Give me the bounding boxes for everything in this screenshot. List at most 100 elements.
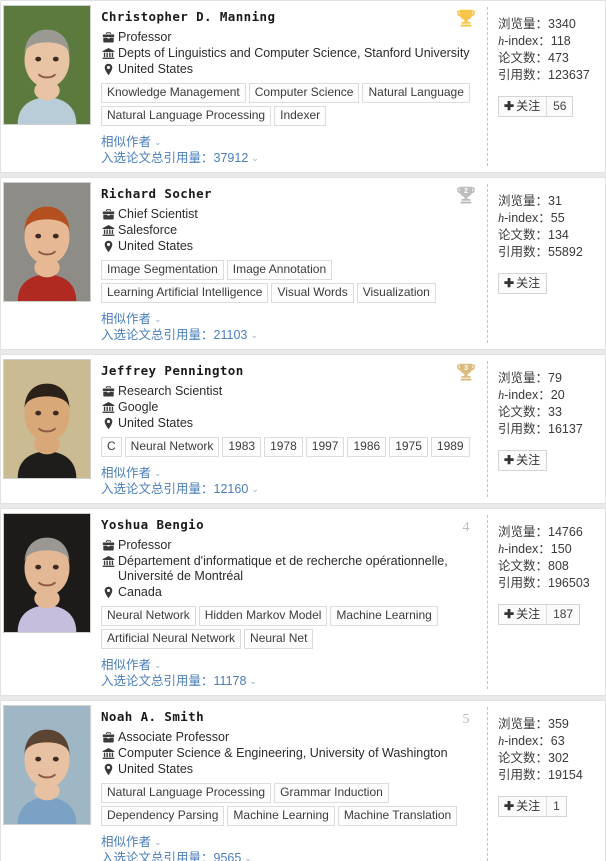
author-position-row: Professor	[101, 538, 479, 553]
tag[interactable]: Learning Artificial Intelligence	[101, 283, 269, 303]
follow-button-main[interactable]: ✚ 关注	[499, 274, 546, 293]
tag[interactable]: Dependency Parsing	[101, 806, 225, 826]
papers-value-stat: 论文数：808	[498, 558, 599, 575]
tag[interactable]: Grammar Induction	[274, 783, 389, 803]
follow-button-main[interactable]: ✚ 关注	[499, 605, 546, 624]
tag[interactable]: 1989	[430, 437, 470, 457]
author-position: Chief Scientist	[118, 207, 198, 221]
author-name[interactable]: Christopher D. Manning	[101, 10, 479, 24]
hindex-value-stat: h-index：63	[498, 733, 599, 750]
tag[interactable]: Natural Language Processing	[101, 106, 272, 126]
total-citations-link[interactable]: 入选论文总引用量：21103 ⌄	[101, 327, 479, 343]
follow-button[interactable]: ✚ 关注	[498, 450, 548, 471]
total-citations-link[interactable]: 入选论文总引用量：11178 ⌄	[101, 673, 479, 689]
follow-label: 关注	[516, 453, 541, 467]
author-card[interactable]: Jeffrey Pennington Research Scientist Goog…	[0, 354, 606, 504]
tag[interactable]: Neural Network	[124, 437, 220, 457]
chevron-down-icon: ⌄	[154, 837, 162, 847]
tag[interactable]: Hidden Markov Model	[198, 606, 328, 626]
hindex-value: 150	[550, 542, 572, 556]
plus-icon: ✚	[504, 99, 515, 113]
total-citations-link[interactable]: 入选论文总引用量：12160 ⌄	[101, 481, 479, 497]
follow-button-main[interactable]: ✚ 关注	[499, 97, 546, 116]
citations-label: 引用数：	[498, 68, 549, 82]
author-country: United States	[118, 416, 194, 430]
briefcase-icon	[101, 538, 115, 552]
author-info: Jeffrey Pennington Research Scientist Goog…	[93, 355, 487, 503]
similar-authors-link[interactable]: 相似作者 ⌄	[101, 134, 479, 150]
views-value-stat: 浏览量：79	[498, 370, 599, 387]
author-links: 相似作者 ⌄ 入选论文总引用量：12160 ⌄	[101, 465, 479, 497]
similar-authors-link[interactable]: 相似作者 ⌄	[101, 834, 479, 850]
citations-value-stat: 引用数：196503	[498, 575, 599, 592]
author-card[interactable]: Yoshua Bengio Professor Département d'info…	[0, 508, 606, 696]
avatar[interactable]	[3, 513, 91, 633]
tag[interactable]: 1978	[264, 437, 303, 457]
total-citations-link[interactable]: 入选论文总引用量：9565 ⌄	[101, 850, 479, 861]
author-country-row: United States	[101, 762, 479, 777]
author-stats: 浏览量：14766 h-index：150 论文数：808 引用数：196503 ✚ 关注…	[487, 515, 605, 689]
author-card[interactable]: Richard Socher Chief Scientist Salesforce U…	[0, 177, 606, 350]
tag[interactable]: Natural Language	[362, 83, 470, 103]
tag[interactable]: Image Annotation	[226, 260, 333, 280]
papers-value: 302	[548, 751, 569, 765]
author-name[interactable]: Richard Socher	[101, 187, 479, 201]
hindex-value-stat: h-index：20	[498, 387, 599, 404]
similar-authors-link[interactable]: 相似作者 ⌄	[101, 657, 479, 673]
author-tags: Natural Language Processing Grammar Induc…	[101, 783, 479, 829]
similar-authors-link[interactable]: 相似作者 ⌄	[101, 311, 479, 327]
tag[interactable]: Visualization	[356, 283, 436, 303]
tag[interactable]: Knowledge Management	[101, 83, 246, 103]
total-citations-link[interactable]: 入选论文总引用量：37912 ⌄	[101, 150, 479, 166]
rank-number: 4	[462, 520, 470, 535]
tag[interactable]: Image Segmentation	[101, 260, 224, 280]
tag[interactable]: Neural Net	[244, 629, 314, 649]
similar-authors-label: 相似作者	[101, 658, 152, 672]
citations-value: 123637	[548, 68, 590, 82]
tag[interactable]: 1983	[222, 437, 262, 457]
hindex-value: 63	[550, 734, 565, 748]
papers-value-stat: 论文数：33	[498, 404, 599, 421]
follow-button[interactable]: ✚ 关注 1	[498, 796, 567, 817]
avatar-wrapper	[1, 1, 93, 129]
author-info: Christopher D. Manning Professor Depts of …	[93, 1, 487, 172]
follow-button-main[interactable]: ✚ 关注	[499, 451, 546, 470]
total-citations-value: 21103	[213, 328, 248, 342]
author-name[interactable]: Jeffrey Pennington	[101, 364, 479, 378]
papers-label: 论文数：	[498, 51, 549, 65]
author-name[interactable]: Noah A. Smith	[101, 710, 479, 724]
chevron-down-icon: ⌄	[251, 153, 259, 163]
total-citations-value: 9565	[213, 851, 242, 861]
tag[interactable]: Machine Learning	[227, 806, 335, 826]
follow-button[interactable]: ✚ 关注 56	[498, 96, 574, 117]
tag[interactable]: 1986	[347, 437, 387, 457]
tag[interactable]: Neural Network	[101, 606, 196, 626]
follow-button-main[interactable]: ✚ 关注	[499, 797, 546, 816]
avatar[interactable]	[3, 182, 91, 302]
total-citations-value: 37912	[213, 151, 249, 165]
author-position: Professor	[118, 538, 172, 552]
tag[interactable]: Artificial Neural Network	[101, 629, 242, 649]
tag[interactable]: Machine Learning	[330, 606, 438, 626]
avatar[interactable]	[3, 705, 91, 825]
author-card[interactable]: Christopher D. Manning Professor Depts of …	[0, 0, 606, 173]
author-country-row: Canada	[101, 585, 479, 600]
avatar[interactable]	[3, 359, 91, 479]
tag[interactable]: C	[101, 437, 122, 457]
tag[interactable]: Indexer	[274, 106, 327, 126]
tag[interactable]: Natural Language Processing	[101, 783, 272, 803]
tag[interactable]: Visual Words	[271, 283, 354, 303]
author-position: Professor	[118, 30, 172, 44]
views-label: 浏览量：	[498, 194, 549, 208]
author-card[interactable]: Noah A. Smith Associate Professor Computer…	[0, 700, 606, 861]
author-affiliation: Google	[118, 400, 159, 414]
author-name[interactable]: Yoshua Bengio	[101, 518, 479, 532]
follow-button[interactable]: ✚ 关注 187	[498, 604, 581, 625]
tag[interactable]: Computer Science	[248, 83, 360, 103]
tag[interactable]: 1975	[389, 437, 428, 457]
tag[interactable]: Machine Translation	[337, 806, 458, 826]
tag[interactable]: 1997	[305, 437, 345, 457]
similar-authors-link[interactable]: 相似作者 ⌄	[101, 465, 479, 481]
follow-button[interactable]: ✚ 关注	[498, 273, 548, 294]
avatar[interactable]	[3, 5, 91, 125]
